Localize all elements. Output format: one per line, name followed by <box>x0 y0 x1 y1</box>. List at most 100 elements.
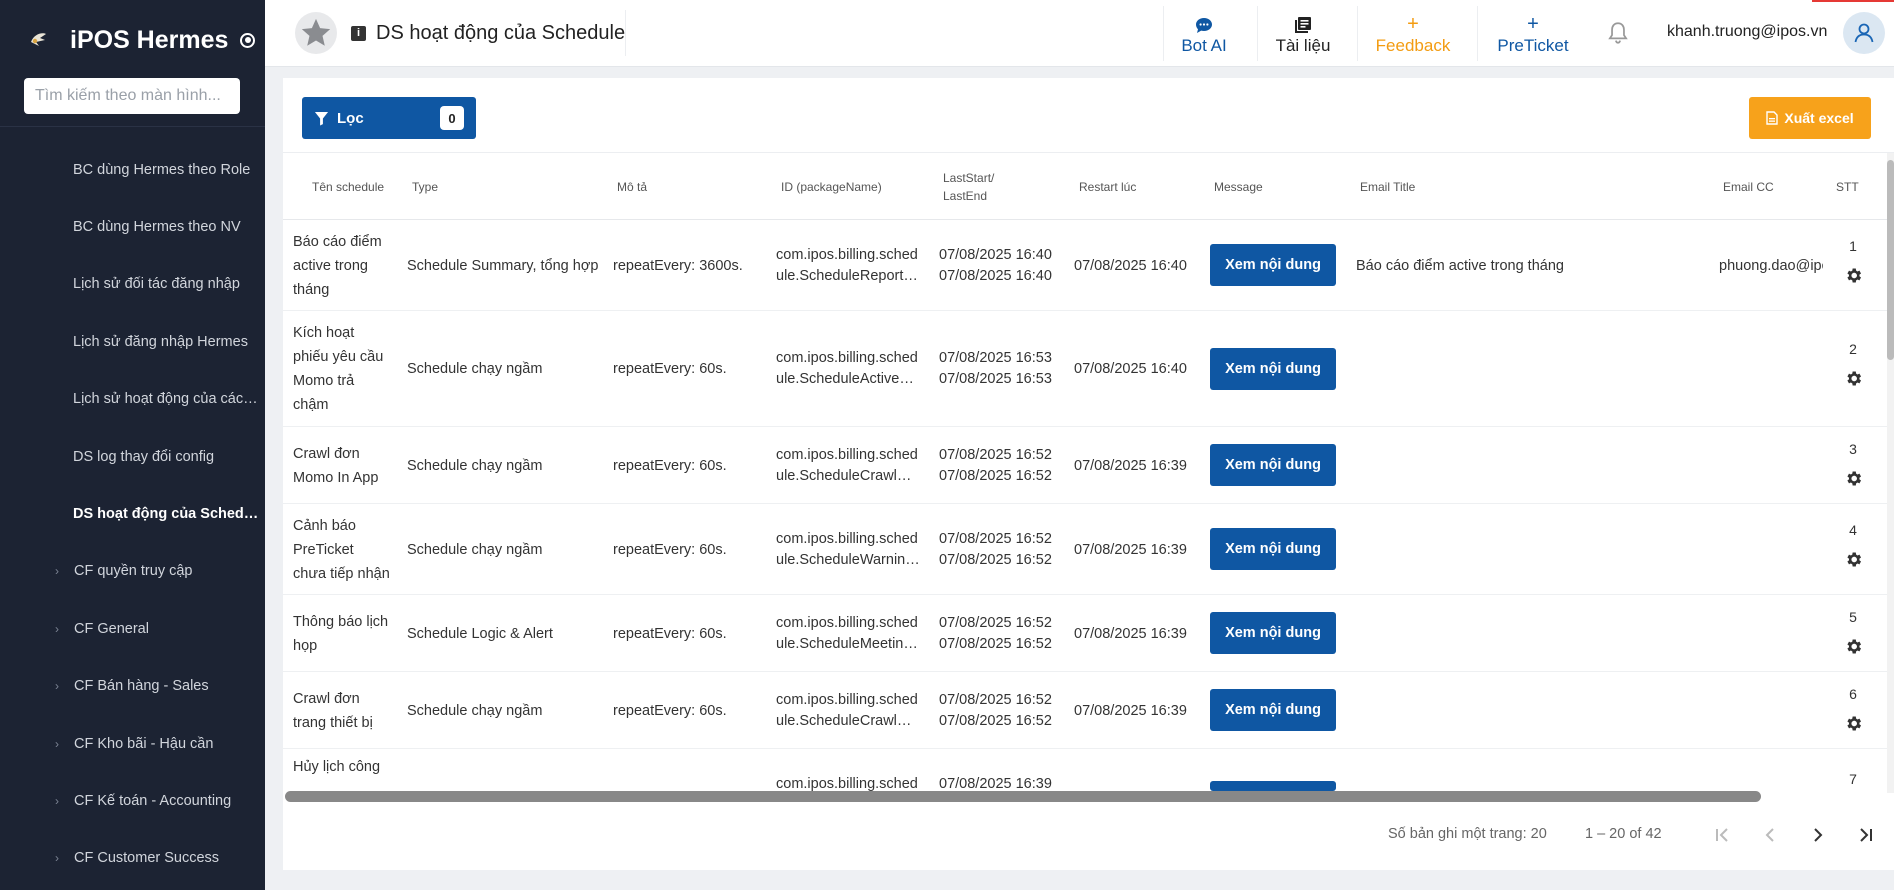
view-content-button[interactable]: Xem nội dung <box>1210 444 1336 486</box>
gear-icon[interactable] <box>1844 550 1863 569</box>
cell-name: Kích hoạt phiếu yêu cầu Momo trả chậm <box>293 311 393 427</box>
view-content-button[interactable]: Xem nội dung <box>1210 244 1336 286</box>
cell-package: com.ipos.billing.sched ule.ScheduleWarnin… <box>776 504 921 595</box>
filter-label: Lọc <box>337 109 364 127</box>
export-excel-button[interactable]: Xuất excel <box>1749 97 1871 139</box>
view-content-button[interactable]: Xem nội dung <box>1210 528 1336 570</box>
sidebar-item-label: BC dùng Hermes theo NV <box>73 219 241 236</box>
top-header: i DS hoạt động của Schedule Bot AI Tài l… <box>265 0 1894 67</box>
cell-type: Schedule chạy ngầm <box>407 361 543 377</box>
preticket-button[interactable]: + PreTicket <box>1478 6 1588 61</box>
page-size-label[interactable]: Số bản ghi một trang: 20 <box>1388 826 1547 842</box>
star-logo-icon <box>295 12 337 54</box>
col-header-email-cc[interactable]: Email CC <box>1723 153 1774 220</box>
first-page-button[interactable] <box>1707 820 1737 850</box>
sidebar-group-customer-success[interactable]: › CF Customer Success <box>0 830 265 887</box>
cell-desc: repeatEvery: 60s. <box>613 361 727 377</box>
pkg-line: ule.ScheduleCrawlM… <box>776 467 921 484</box>
cell-stt: 6 <box>1823 672 1883 749</box>
gear-icon[interactable] <box>1844 637 1863 656</box>
sidebar-divider <box>0 126 265 127</box>
sidebar-item-schedule-activity[interactable]: DS hoạt động của Schedule <box>0 485 265 542</box>
table-row: Thông báo lịch họp Schedule Logic & Alert… <box>283 595 1894 672</box>
table-row: Cảnh báo PreTicket chưa tiếp nhận Schedule… <box>283 504 1894 595</box>
sidebar-group-general[interactable]: › CF General <box>0 600 265 657</box>
sidebar-group-label: CF Kế toán - Accounting <box>74 792 232 809</box>
sidebar-item-hermes-login[interactable]: Lịch sử đăng nhập Hermes <box>0 313 265 370</box>
gear-icon[interactable] <box>1844 369 1863 388</box>
col-header-email-title[interactable]: Email Title <box>1360 153 1415 220</box>
docs-button[interactable]: Tài liệu <box>1258 6 1348 61</box>
cell-name: Hủy lịch công <box>293 759 381 775</box>
sidebar-item-bc-role[interactable]: BC dùng Hermes theo Role <box>0 141 265 198</box>
pkg-line: com.ipos.billing.sched <box>776 246 918 263</box>
name-line: Crawl đơn <box>293 445 360 462</box>
view-content-button[interactable]: Xem nội dung <box>1210 348 1336 390</box>
col-header-id[interactable]: ID (packageName) <box>781 153 882 220</box>
brand-title: iPOS Hermes <box>70 25 229 54</box>
pkg-line: ule.ScheduleActiveR… <box>776 371 921 387</box>
col-header-restart[interactable]: Restart lúc <box>1079 153 1136 220</box>
prev-page-button[interactable] <box>1755 820 1785 850</box>
cell-type: Schedule chạy ngầm <box>407 541 543 558</box>
stt-number: 5 <box>1849 609 1857 625</box>
table-row: Báo cáo điểm active trong tháng Schedule S… <box>283 220 1894 311</box>
cell-name: Báo cáo điểm active trong tháng <box>293 220 393 311</box>
stt-number: 3 <box>1849 441 1857 457</box>
avatar[interactable] <box>1843 12 1885 54</box>
vertical-scrollbar[interactable] <box>1887 160 1894 360</box>
plus-icon: + <box>1527 12 1539 35</box>
last-start: 07/08/2025 16:40 <box>939 246 1052 263</box>
bell-icon[interactable] <box>1605 20 1631 46</box>
cell-stt: 1 <box>1823 220 1883 311</box>
col-header-message[interactable]: Message <box>1214 153 1263 220</box>
filter-button[interactable]: Lọc 0 <box>302 97 476 139</box>
col-header-desc[interactable]: Mô tả <box>617 153 647 220</box>
pkg-line: ule.ScheduleReport… <box>776 267 918 284</box>
radio-dot-icon[interactable] <box>240 32 256 48</box>
sidebar-item-label: Lịch sử đối tác đăng nhập <box>73 276 240 293</box>
col-header-name[interactable]: Tên schedule <box>312 153 384 220</box>
user-email[interactable]: khanh.truong@ipos.vn <box>1667 23 1827 41</box>
feedback-button[interactable]: + Feedback <box>1358 6 1468 61</box>
cell-email-title: Báo cáo điểm active trong tháng <box>1356 257 1564 274</box>
gear-icon[interactable] <box>1844 469 1863 488</box>
sidebar-item-activity-history[interactable]: Lịch sử hoạt động của các t... <box>0 371 265 428</box>
last-end: 07/08/2025 16:52 <box>939 712 1052 729</box>
col-header-last[interactable]: LastStart/ LastEnd <box>943 153 994 220</box>
view-content-button[interactable] <box>1210 781 1336 791</box>
view-content-button[interactable]: Xem nội dung <box>1210 612 1336 654</box>
col-header-stt[interactable]: STT <box>1836 153 1859 220</box>
gear-icon[interactable] <box>1844 714 1863 733</box>
sidebar-group-access[interactable]: › CF quyền truy cập <box>0 543 265 600</box>
gear-icon[interactable] <box>1844 266 1863 285</box>
sidebar-group-sales[interactable]: › CF Bán hàng - Sales <box>0 658 265 715</box>
cell-type: Schedule Logic & Alert <box>407 625 553 642</box>
col-header-type[interactable]: Type <box>412 153 438 220</box>
sidebar-item-label: Lịch sử đăng nhập Hermes <box>73 333 248 350</box>
sidebar-group-warehouse[interactable]: › CF Kho bãi - Hậu cần <box>0 715 265 772</box>
sidebar-search-input[interactable] <box>24 78 240 114</box>
info-icon[interactable]: i <box>351 25 366 41</box>
cell-type: Schedule Summary, tổng hợp <box>407 257 599 274</box>
last-start: 07/08/2025 16:53 <box>939 350 1052 366</box>
cell-name: Crawl đơn trang thiết bị <box>293 672 393 749</box>
pkg-line: com.ipos.billing.sched <box>776 350 918 366</box>
cell-package: com.ipos.billing.sched ule.ScheduleCrawlW… <box>776 672 921 749</box>
sidebar-group-label: CF Bán hàng - Sales <box>74 678 209 695</box>
cell-restart: 07/08/2025 16:40 <box>1074 257 1187 274</box>
pkg-line: ule.ScheduleWarnin… <box>776 551 920 568</box>
sidebar-item-bc-nv[interactable]: BC dùng Hermes theo NV <box>0 198 265 255</box>
sidebar-item-config-log[interactable]: DS log thay đổi config <box>0 428 265 485</box>
name-line: active trong <box>293 257 368 274</box>
next-page-button[interactable] <box>1803 820 1833 850</box>
view-content-button[interactable]: Xem nội dung <box>1210 689 1336 731</box>
sidebar-item-partner-login[interactable]: Lịch sử đối tác đăng nhập <box>0 256 265 313</box>
brand[interactable]: iPOS Hermes <box>24 22 256 58</box>
sidebar-group-accounting[interactable]: › CF Kế toán - Accounting <box>0 772 265 829</box>
sidebar-item-label: DS hoạt động của Schedule <box>73 506 260 523</box>
last-page-button[interactable] <box>1851 820 1881 850</box>
name-line: chưa tiếp nhận <box>293 565 390 582</box>
chevron-right-icon: › <box>55 621 59 636</box>
bot-ai-button[interactable]: Bot AI <box>1164 6 1244 61</box>
